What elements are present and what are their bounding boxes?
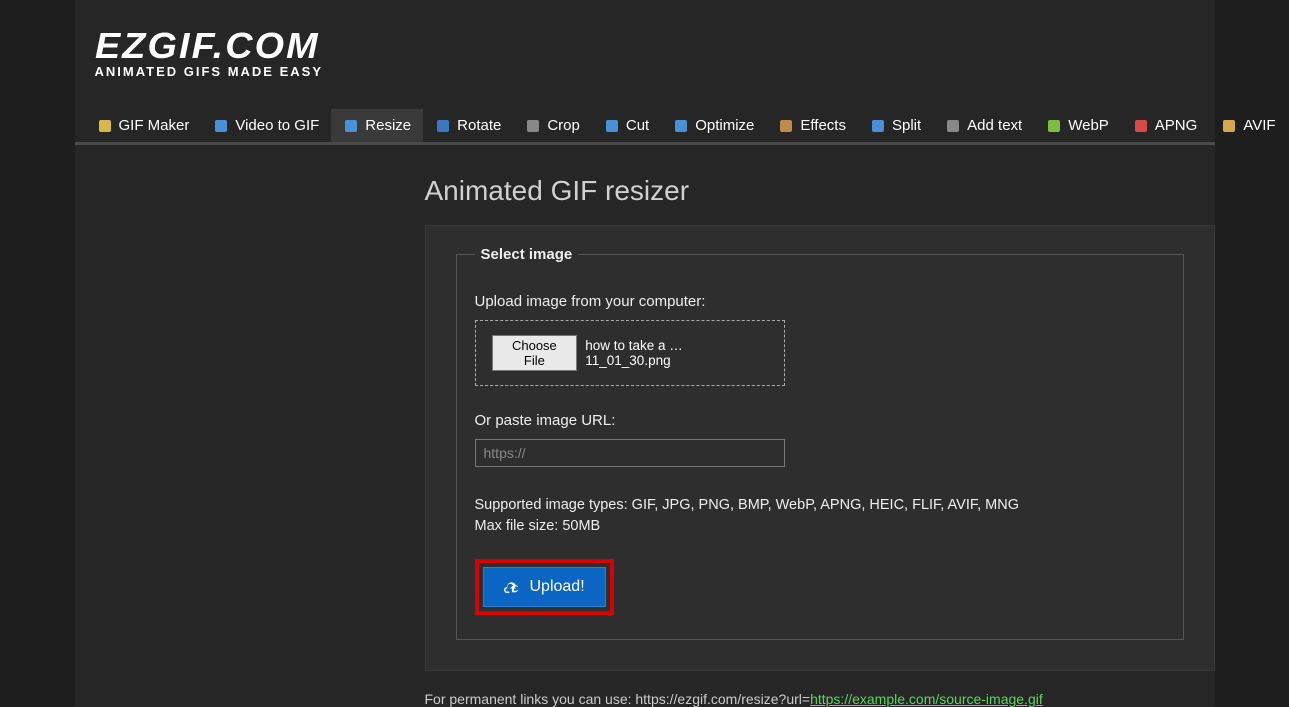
optimize-icon — [673, 118, 689, 134]
effects-icon — [778, 118, 794, 134]
nav-crop[interactable]: Crop — [513, 109, 592, 142]
nav-effects[interactable]: Effects — [766, 109, 858, 142]
apng-icon — [1133, 118, 1149, 134]
rotate-icon — [435, 118, 451, 134]
nav-cut[interactable]: Cut — [592, 109, 661, 142]
choose-file-button[interactable]: Choose File — [492, 335, 578, 371]
upload-from-computer-label: Upload image from your computer: — [475, 293, 1165, 310]
nav-rotate[interactable]: Rotate — [423, 109, 513, 142]
supported-types-text: Supported image types: GIF, JPG, PNG, BM… — [475, 495, 1165, 537]
add-text-icon — [945, 118, 961, 134]
nav-label: Crop — [547, 117, 580, 134]
paste-url-label: Or paste image URL: — [475, 412, 1165, 429]
file-drop-zone[interactable]: Choose File how to take a … 11_01_30.png — [475, 320, 785, 386]
permanent-link-example[interactable]: https://example.com/source-image.gif — [810, 691, 1043, 707]
cut-icon — [604, 118, 620, 134]
max-file-size-line: Max file size: 50MB — [475, 518, 601, 534]
crop-icon — [525, 118, 541, 134]
chosen-file-name: how to take a … 11_01_30.png — [585, 338, 767, 368]
avif-icon — [1221, 118, 1237, 134]
nav-label: APNG — [1155, 117, 1198, 134]
nav-webp[interactable]: WebP — [1034, 109, 1121, 142]
nav-optimize[interactable]: Optimize — [661, 109, 766, 142]
main-nav: GIF Maker Video to GIF Resize Rotate Crop Cut… — [75, 109, 1215, 145]
nav-resize[interactable]: Resize — [331, 109, 423, 142]
nav-avif[interactable]: AVIF — [1209, 109, 1287, 142]
permanent-link-prefix: For permanent links you can use: https:/… — [425, 691, 811, 707]
upload-panel: Select image Upload image from your comp… — [425, 225, 1215, 671]
nav-gif-maker[interactable]: GIF Maker — [85, 109, 202, 142]
nav-label: AVIF — [1243, 117, 1275, 134]
resize-icon — [343, 118, 359, 134]
nav-label: Optimize — [695, 117, 754, 134]
cloud-upload-icon — [504, 579, 522, 595]
nav-label: Effects — [800, 117, 846, 134]
page-title: Animated GIF resizer — [425, 175, 1215, 207]
nav-label: Resize — [365, 117, 411, 134]
nav-label: Split — [892, 117, 921, 134]
select-image-legend: Select image — [475, 246, 579, 263]
nav-video-to-gif[interactable]: Video to GIF — [201, 109, 331, 142]
upload-button[interactable]: Upload! — [483, 567, 606, 607]
permanent-link-hint: For permanent links you can use: https:/… — [425, 691, 1215, 707]
nav-split[interactable]: Split — [858, 109, 933, 142]
select-image-fieldset: Select image Upload image from your comp… — [456, 246, 1184, 640]
nav-label: Add text — [967, 117, 1022, 134]
video-to-gif-icon — [213, 118, 229, 134]
nav-add-text[interactable]: Add text — [933, 109, 1034, 142]
upload-button-highlight: Upload! — [475, 559, 614, 615]
nav-apng[interactable]: APNG — [1121, 109, 1210, 142]
nav-label: Cut — [626, 117, 649, 134]
supported-types-line: Supported image types: GIF, JPG, PNG, BM… — [475, 497, 1020, 513]
nav-label: WebP — [1068, 117, 1109, 134]
logo-main-text: EZGIF.COM — [95, 30, 1250, 62]
site-logo[interactable]: EZGIF.COM ANIMATED GIFS MADE EASY — [75, 0, 1215, 89]
upload-button-label: Upload! — [530, 578, 585, 596]
gif-maker-icon — [97, 118, 113, 134]
image-url-input[interactable] — [475, 439, 785, 467]
webp-icon — [1046, 118, 1062, 134]
nav-label: Rotate — [457, 117, 501, 134]
nav-label: Video to GIF — [235, 117, 319, 134]
logo-sub-text: ANIMATED GIFS MADE EASY — [95, 64, 1195, 79]
split-icon — [870, 118, 886, 134]
nav-label: GIF Maker — [119, 117, 190, 134]
